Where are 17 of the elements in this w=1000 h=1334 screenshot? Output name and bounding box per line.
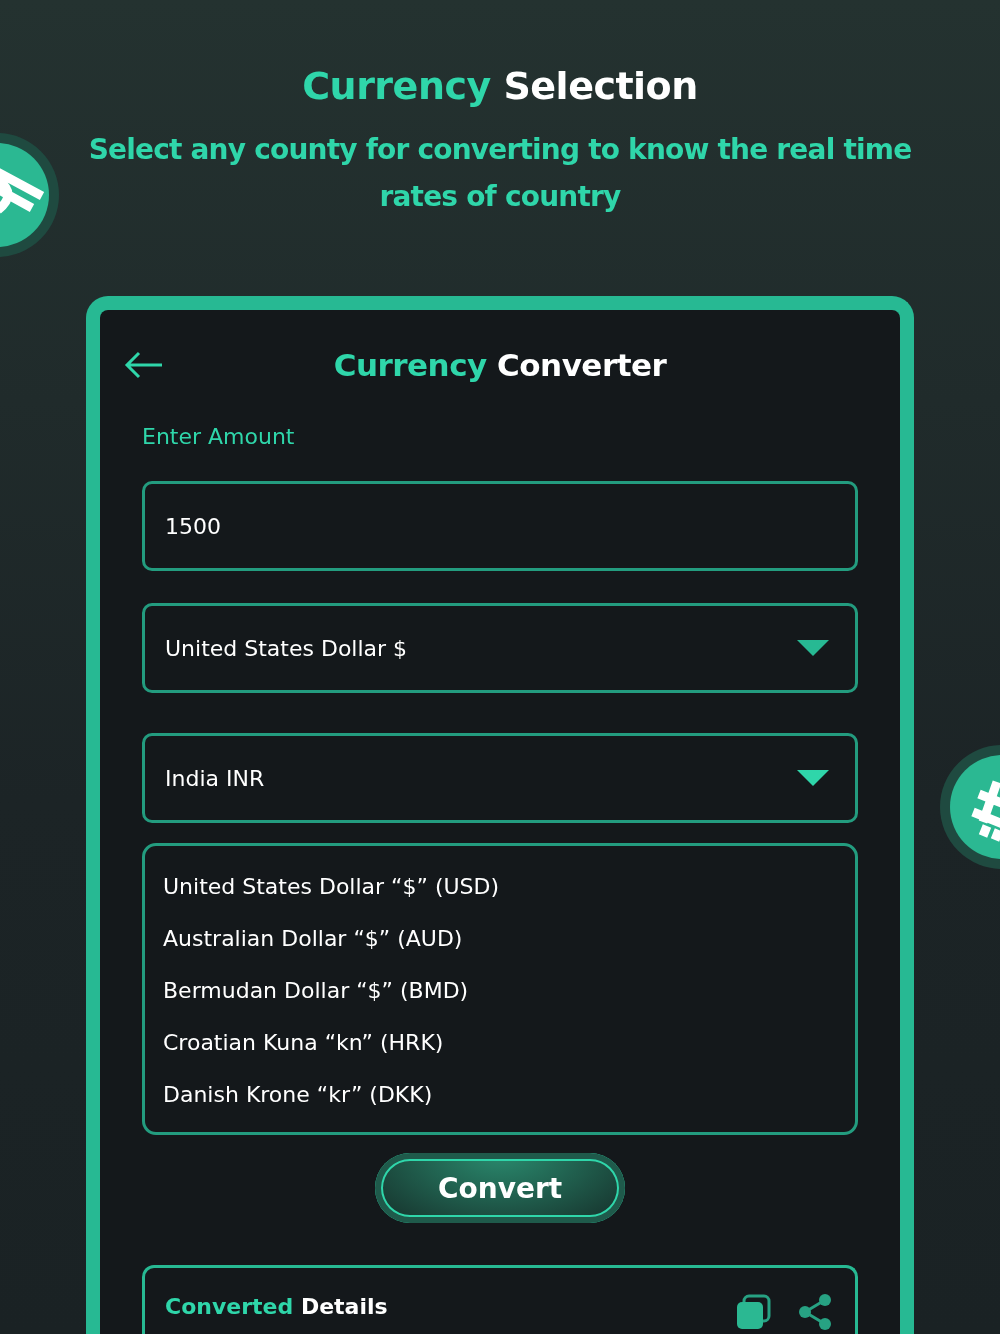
amount-label: Enter Amount <box>142 424 296 449</box>
convert-button[interactable]: Convert <box>375 1153 625 1223</box>
back-arrow-icon[interactable] <box>124 350 164 380</box>
app-title: Currency Converter <box>333 347 667 383</box>
to-currency-select[interactable]: India INR <box>142 733 858 823</box>
currency-option[interactable]: Croatian Kuna “kn” (HRK) <box>163 1016 837 1068</box>
currency-option[interactable]: United States Dollar “$” (USD) <box>163 860 837 912</box>
currency-option[interactable]: Bermudan Dollar “$” (BMD) <box>163 964 837 1016</box>
copy-icon[interactable] <box>735 1294 771 1330</box>
currency-option[interactable]: Danish Krone “kr” (DKK) <box>163 1068 837 1120</box>
from-currency-select[interactable]: United States Dollar $ <box>142 603 858 693</box>
page-headline: Currency Selection <box>302 64 698 108</box>
page-subtitle: Select any county for converting to know the real time rates of country <box>87 132 913 215</box>
currency-option[interactable]: Australian Dollar “$” (AUD) <box>163 912 837 964</box>
amount-field[interactable]: 1500 <box>142 481 858 571</box>
share-icon[interactable] <box>797 1294 833 1330</box>
details-title: Converted Details <box>165 1294 388 1319</box>
